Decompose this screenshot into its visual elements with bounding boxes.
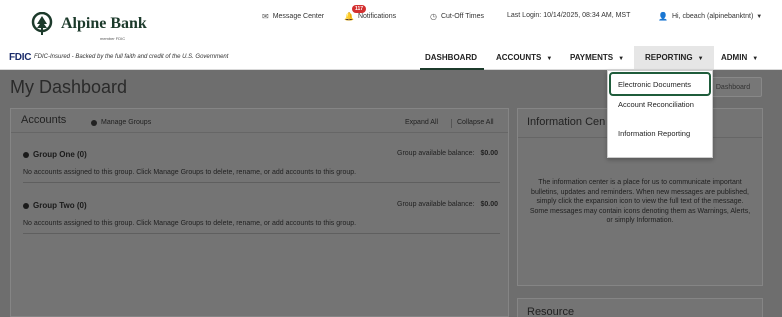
information-center-body: The information center is a place for us…: [529, 179, 751, 224]
nav-admin[interactable]: ADMIN ▼: [721, 53, 758, 62]
menu-item-account-reconciliation[interactable]: Account Reconciliation: [618, 100, 708, 109]
collapse-all-link[interactable]: Collapse All: [457, 119, 494, 126]
manage-groups-label: Manage Groups: [101, 119, 152, 126]
brand-name: Alpine Bank: [61, 15, 147, 32]
chevron-down-icon: ▼: [756, 13, 763, 20]
resource-panel: Resource: [517, 298, 763, 317]
notifications-label: Notifications: [357, 13, 397, 20]
cutoff-times-label: Cut-Off Times: [440, 13, 485, 20]
group-balance-value: $0.00: [480, 150, 498, 157]
nav-accounts[interactable]: ACCOUNTS ▼: [496, 53, 552, 62]
page-title: My Dashboard: [10, 77, 128, 97]
group-balance-value: $0.00: [480, 201, 498, 208]
fdic-logo: FDIC: [9, 52, 32, 63]
bell-icon: 🔔: [344, 12, 354, 21]
chevron-down-icon: ▼: [546, 56, 553, 62]
clock-icon: ◷: [430, 12, 437, 21]
notifications-link[interactable]: 🔔 Notifications: [344, 12, 396, 21]
information-center-title: Information Cen: [527, 116, 606, 128]
collapse-icon: [23, 151, 29, 158]
top-header: Alpine Bank member FDIC ✉ Message Center…: [0, 0, 782, 44]
group-balance-label: Group available balance:: [397, 201, 475, 208]
expand-all-link[interactable]: Expand All: [405, 119, 438, 126]
group-message: No accounts assigned to this group. Clic…: [23, 220, 357, 227]
nav-reporting-label: REPORTING: [645, 53, 693, 62]
menu-item-information-reporting[interactable]: Information Reporting: [618, 129, 708, 138]
brand-logo[interactable]: Alpine Bank: [31, 12, 147, 36]
message-center-label: Message Center: [272, 13, 325, 20]
accounts-panel-header: Accounts Manage Groups Expand All Collap…: [11, 109, 508, 133]
last-login-text: Last Login: 10/14/2025, 08:34 AM, MST: [507, 12, 631, 19]
chevron-down-icon: ▼: [752, 56, 759, 62]
gear-icon: [91, 119, 97, 126]
group-name: Group Two (0): [33, 201, 87, 210]
notifications-count-badge: 117: [352, 5, 367, 13]
user-menu[interactable]: 👤 Hi, cbeach (alpinebanktnt) ▼: [658, 12, 762, 21]
brand-tagline: member FDIC: [100, 36, 126, 41]
group-divider: [23, 182, 500, 183]
resource-title: Resource: [527, 306, 575, 317]
group-toggle[interactable]: Group One (0): [23, 150, 87, 159]
group-balance: Group available balance: $0.00: [397, 150, 498, 157]
user-icon: 👤: [658, 12, 668, 21]
group-balance: Group available balance: $0.00: [397, 201, 498, 208]
chevron-down-icon: ▼: [618, 56, 625, 62]
nav-dashboard[interactable]: DASHBOARD: [425, 53, 477, 62]
nav-dashboard-label: DASHBOARD: [425, 53, 477, 62]
group-toggle[interactable]: Group Two (0): [23, 201, 87, 210]
user-name: Hi, cbeach (alpinebanktnt): [671, 13, 754, 20]
nav-reporting[interactable]: REPORTING ▼: [645, 53, 704, 62]
envelope-icon: ✉: [262, 12, 269, 21]
tree-logo-icon: [31, 12, 53, 35]
nav-accounts-label: ACCOUNTS: [496, 53, 542, 62]
group-balance-label: Group available balance:: [397, 150, 475, 157]
message-center-link[interactable]: ✉ Message Center: [262, 12, 324, 21]
chevron-down-icon: ▼: [697, 56, 704, 62]
menu-item-electronic-documents[interactable]: Electronic Documents: [618, 80, 708, 89]
collapse-icon: [23, 202, 29, 209]
group-name: Group One (0): [33, 150, 87, 159]
nav-admin-label: ADMIN: [721, 53, 748, 62]
cutoff-times-link[interactable]: ◷ Cut-Off Times: [430, 12, 484, 21]
reporting-dropdown-menu: Electronic Documents Account Reconciliat…: [607, 70, 713, 158]
accounts-panel: Accounts Manage Groups Expand All Collap…: [10, 108, 509, 317]
main-nav-bar: FDIC FDIC-Insured - Backed by the full f…: [0, 44, 782, 70]
divider: [451, 119, 452, 128]
nav-payments-label: PAYMENTS: [570, 53, 614, 62]
group-message: No accounts assigned to this group. Clic…: [23, 169, 357, 176]
nav-payments[interactable]: PAYMENTS ▼: [570, 53, 624, 62]
manage-groups-button[interactable]: Manage Groups: [91, 119, 151, 126]
group-divider: [23, 233, 500, 234]
fdic-statement: FDIC-Insured - Backed by the full faith …: [34, 54, 229, 60]
accounts-title: Accounts: [21, 114, 67, 126]
